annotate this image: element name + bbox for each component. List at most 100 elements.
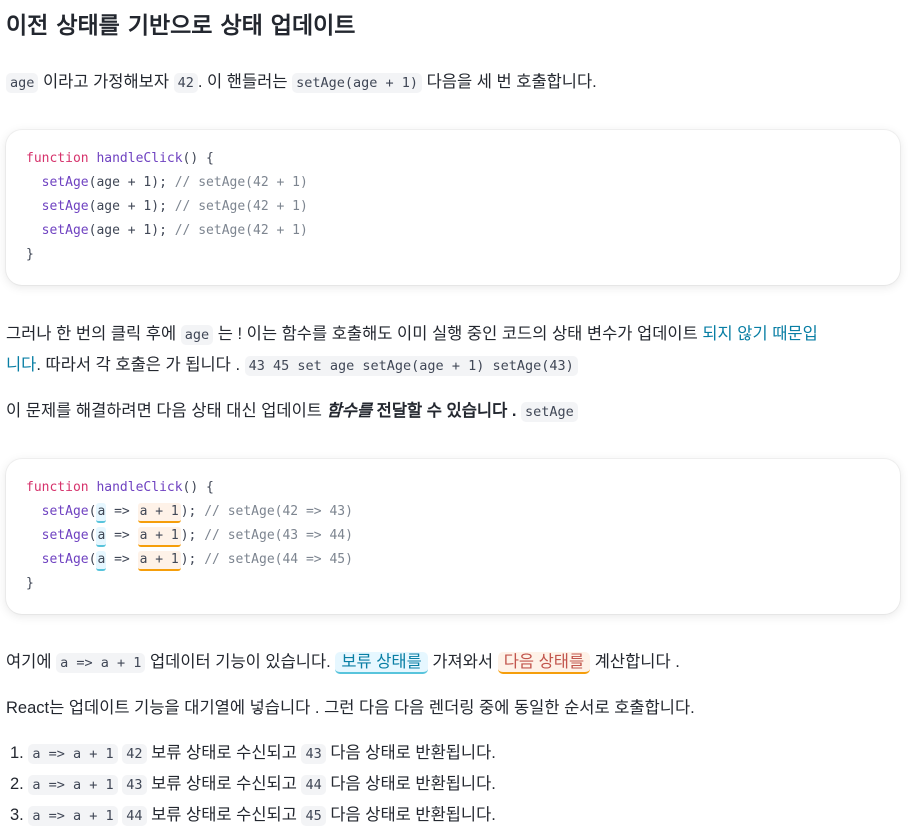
inline-code: age [180,325,214,345]
code-comment: // setAge(43 => 44) [204,528,353,543]
inline-code: a => a + 1 [28,744,118,764]
paragraph-explanation-line2: 니다. 따라서 각 호출은 가 됩니다 . 43 45 set age setA… [6,351,578,380]
text: 다음 상태로 반환됩니다. [325,806,496,824]
function-name: setAge [41,223,89,238]
paragraph-updater: 여기에 a => a + 1 업데이터 기능이 있습니다. 보류 상태를 가져와… [6,648,680,677]
code-comment: // setAge(42 + 1) [174,175,308,190]
code-text: ); [151,199,175,214]
text: 가져와서 [427,653,498,671]
inline-code: 44 [301,775,326,795]
code-comment: // setAge(42 + 1) [174,199,308,214]
state-snapshot-link[interactable]: 되지 않기 때문입 [702,325,817,343]
next-state-expression: a + 1 [137,503,181,523]
keyword: function [26,151,89,166]
paragraph-queue: React는 업데이트 기능을 대기열에 넣습니다 . 그런 다음 다음 렌더링… [6,699,695,717]
list-item: 3. a => a + 1 44 보류 상태로 수신되고 45 다음 상태로 반… [10,801,496,830]
code-line: function handleClick() { [26,147,214,171]
function-name: setAge [41,175,89,190]
inline-code: setAge [521,402,578,422]
code-line: setAge(a => a + 1); // setAge(43 => 44) [26,524,353,548]
text: 업데이터 기능이 있습니다. [145,653,336,671]
text: 다음 상태로 반환됩니다. [325,775,496,793]
list-number: 1. [10,744,24,762]
text: 보류 상태로 수신되고 [146,806,302,824]
code-text: ( [88,528,97,543]
code-block-2: function handleClick() { setAge(a => a +… [6,459,900,614]
code-line: setAge(age + 1); // setAge(42 + 1) [26,219,308,243]
code-text: => [106,552,138,567]
pending-state-param: a [96,527,107,547]
next-state-expression: a + 1 [137,527,181,547]
code-text: => [106,504,138,519]
function-name: setAge [41,199,89,214]
inline-code: a => a + 1 [28,806,118,826]
code-line: setAge(age + 1); // setAge(42 + 1) [26,171,308,195]
code-comment: // setAge(42 => 43) [204,504,353,519]
keyword: function [26,480,89,495]
code-text: ); [151,223,175,238]
text: 다음을 세 번 호출합니다. [422,73,597,91]
list-number: 3. [10,806,24,824]
inline-code: 43 45 set age setAge(age + 1) setAge(43) [244,356,578,376]
pending-state-badge: 보류 상태를 [335,652,428,674]
text: 다음 상태로 반환됩니다. [325,744,496,762]
inline-code: age [6,73,39,93]
text: 보류 상태로 수신되고 [146,775,302,793]
code-text: ); [180,552,205,567]
list-item: 1. a => a + 1 42 보류 상태로 수신되고 43 다음 상태로 반… [10,739,496,768]
pending-state-param: a [96,503,107,523]
code-text: } [26,576,34,591]
code-line: } [26,572,34,596]
text: . 따라서 각 호출은 가 됩니다 . [36,356,245,374]
code-text: ( [88,504,97,519]
next-state-expression: a + 1 [137,551,181,571]
code-text: (age + [88,175,144,190]
paragraph-solution: 이 문제를 해결하려면 다음 상태 대신 업데이트 함수를 전달할 수 있습니다… [6,397,578,426]
code-text: () { [182,151,214,166]
section-heading: 이전 상태를 기반으로 상태 업데이트 [6,13,356,39]
code-text: () { [182,480,214,495]
code-line: } [26,243,34,267]
code-text: (age + [88,223,144,238]
function-name: setAge [41,552,89,567]
function-name: handleClick [96,480,183,495]
paragraph-explanation-line1: 그러나 한 번의 클릭 후에 age 는 ! 이는 함수를 호출해도 이미 실행… [6,320,818,349]
inline-code: 44 [122,806,147,826]
list-item: 2. a => a + 1 43 보류 상태로 수신되고 44 다음 상태로 반… [10,770,496,799]
inline-code: 42 [122,744,147,764]
text: . 이 핸들러는 [197,73,293,91]
state-snapshot-link[interactable]: 니다 [6,356,36,374]
function-name: handleClick [96,151,183,166]
code-text: ); [151,175,175,190]
paragraph-intro: age 이라고 가정해보자 42. 이 핸들러는 setAge(age + 1)… [6,68,597,97]
code-text: ); [180,504,205,519]
code-line: setAge(a => a + 1); // setAge(44 => 45) [26,548,353,572]
code-line: setAge(age + 1); // setAge(42 + 1) [26,195,308,219]
code-line: setAge(a => a + 1); // setAge(42 => 43) [26,500,353,524]
pending-state-param: a [96,551,107,571]
code-text: ( [88,552,97,567]
inline-code: 43 [122,775,147,795]
code-text: => [106,528,138,543]
code-text: (age + [88,199,144,214]
function-name: setAge [41,504,89,519]
text: 보류 상태로 수신되고 [146,744,302,762]
doc-page: 이전 상태를 기반으로 상태 업데이트 age 이라고 가정해보자 42. 이 … [0,0,908,828]
inline-code: a => a + 1 [28,775,118,795]
code-comment: // setAge(44 => 45) [204,552,353,567]
code-text: ); [180,528,205,543]
function-name: setAge [41,528,89,543]
inline-code: setAge(age + 1) [292,73,423,93]
inline-code: 42 [173,73,198,93]
inline-code: 45 [301,806,326,826]
text: 는 ! 이는 함수를 호출해도 이미 실행 중인 코드의 상태 변수가 업데이트 [213,325,703,343]
text: 그러나 한 번의 클릭 후에 [6,325,181,343]
next-state-badge: 다음 상태를 [497,652,591,674]
code-block-1: function handleClick() { setAge(age + 1)… [6,130,900,285]
emphasis-text: 함수를 [326,402,373,420]
code-text: } [26,247,34,262]
text: 계산합니다 . [590,653,680,671]
strong-text: 전달할 수 있습니다 . [372,402,517,420]
text: 이라고 가정해보자 [38,73,174,91]
code-line: function handleClick() { [26,476,214,500]
